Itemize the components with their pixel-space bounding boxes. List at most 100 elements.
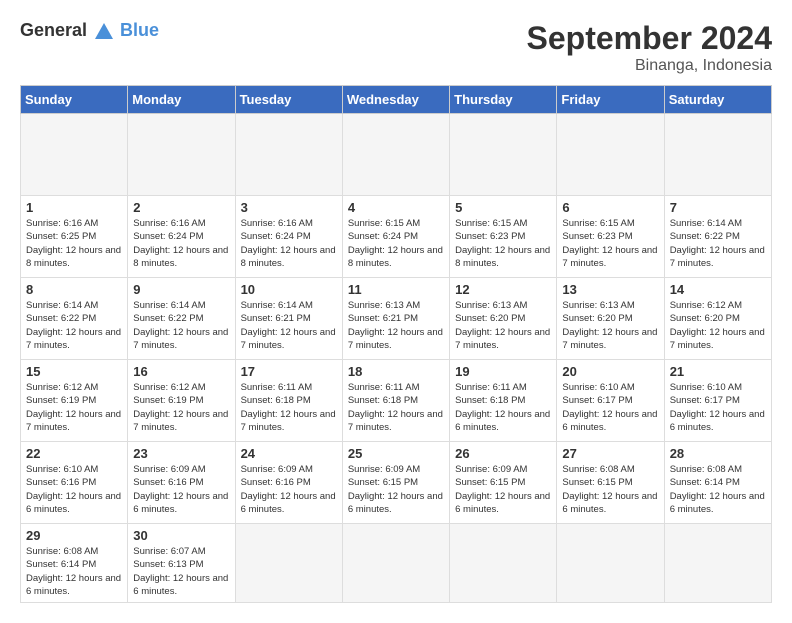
week-row-1: 1 Sunrise: 6:16 AMSunset: 6:25 PMDaylight… (21, 196, 772, 278)
day-number: 14 (670, 282, 766, 297)
calendar-cell: 5 Sunrise: 6:15 AMSunset: 6:23 PMDaylight… (450, 196, 557, 278)
week-row-4: 22 Sunrise: 6:10 AMSunset: 6:16 PMDayligh… (21, 442, 772, 524)
day-info: Sunrise: 6:12 AMSunset: 6:19 PMDaylight:… (133, 381, 229, 434)
calendar-cell: 13Sunrise: 6:13 AMSunset: 6:20 PMDayligh… (557, 278, 664, 360)
day-info: Sunrise: 6:10 AMSunset: 6:16 PMDaylight:… (26, 463, 122, 516)
day-number: 4 (348, 200, 444, 215)
day-info: Sunrise: 6:16 AMSunset: 6:24 PMDaylight:… (133, 217, 229, 270)
day-info: Sunrise: 6:12 AMSunset: 6:19 PMDaylight:… (26, 381, 122, 434)
calendar-cell (557, 114, 664, 196)
logo: General Blue (20, 20, 159, 43)
calendar-cell: 12Sunrise: 6:13 AMSunset: 6:20 PMDayligh… (450, 278, 557, 360)
day-number: 30 (133, 528, 229, 543)
logo-blue: Blue (120, 20, 159, 40)
day-number: 28 (670, 446, 766, 461)
col-header-saturday: Saturday (664, 86, 771, 114)
calendar-cell (557, 524, 664, 603)
calendar-cell: 16Sunrise: 6:12 AMSunset: 6:19 PMDayligh… (128, 360, 235, 442)
calendar-cell: 22 Sunrise: 6:10 AMSunset: 6:16 PMDayligh… (21, 442, 128, 524)
col-header-thursday: Thursday (450, 86, 557, 114)
day-info: Sunrise: 6:16 AMSunset: 6:25 PMDaylight:… (26, 217, 122, 270)
day-number: 3 (241, 200, 337, 215)
calendar-cell (342, 114, 449, 196)
day-number: 22 (26, 446, 122, 461)
day-number: 23 (133, 446, 229, 461)
day-number: 25 (348, 446, 444, 461)
col-header-friday: Friday (557, 86, 664, 114)
day-number: 26 (455, 446, 551, 461)
week-row-5: 29 Sunrise: 6:08 AMSunset: 6:14 PMDayligh… (21, 524, 772, 603)
day-info: Sunrise: 6:08 AMSunset: 6:15 PMDaylight:… (562, 463, 658, 516)
calendar-cell: 8 Sunrise: 6:14 AMSunset: 6:22 PMDaylight… (21, 278, 128, 360)
col-header-monday: Monday (128, 86, 235, 114)
logo-general: General (20, 20, 87, 40)
title-block: September 2024 Binanga, Indonesia (527, 20, 772, 75)
day-info: Sunrise: 6:08 AMSunset: 6:14 PMDaylight:… (26, 545, 122, 598)
calendar-cell: 10 Sunrise: 6:14 AMSunset: 6:21 PMDayligh… (235, 278, 342, 360)
day-number: 24 (241, 446, 337, 461)
calendar-cell: 28 Sunrise: 6:08 AMSunset: 6:14 PMDayligh… (664, 442, 771, 524)
day-number: 17 (241, 364, 337, 379)
day-info: Sunrise: 6:10 AMSunset: 6:17 PMDaylight:… (562, 381, 658, 434)
page-header: General Blue September 2024 Binanga, Ind… (20, 20, 772, 75)
day-info: Sunrise: 6:15 AMSunset: 6:23 PMDaylight:… (455, 217, 551, 270)
month-title: September 2024 (527, 20, 772, 57)
day-info: Sunrise: 6:11 AMSunset: 6:18 PMDaylight:… (348, 381, 444, 434)
day-info: Sunrise: 6:11 AMSunset: 6:18 PMDaylight:… (455, 381, 551, 434)
day-number: 10 (241, 282, 337, 297)
day-info: Sunrise: 6:11 AMSunset: 6:18 PMDaylight:… (241, 381, 337, 434)
calendar-cell: 11Sunrise: 6:13 AMSunset: 6:21 PMDayligh… (342, 278, 449, 360)
day-info: Sunrise: 6:14 AMSunset: 6:22 PMDaylight:… (670, 217, 766, 270)
calendar-cell: 4 Sunrise: 6:15 AMSunset: 6:24 PMDaylight… (342, 196, 449, 278)
calendar-cell (235, 524, 342, 603)
day-number: 29 (26, 528, 122, 543)
calendar-cell: 27Sunrise: 6:08 AMSunset: 6:15 PMDayligh… (557, 442, 664, 524)
calendar-cell: 6Sunrise: 6:15 AMSunset: 6:23 PMDaylight… (557, 196, 664, 278)
calendar-cell: 24 Sunrise: 6:09 AMSunset: 6:16 PMDayligh… (235, 442, 342, 524)
day-number: 1 (26, 200, 122, 215)
week-row-0 (21, 114, 772, 196)
day-info: Sunrise: 6:14 AMSunset: 6:21 PMDaylight:… (241, 299, 337, 352)
day-info: Sunrise: 6:14 AMSunset: 6:22 PMDaylight:… (133, 299, 229, 352)
day-info: Sunrise: 6:08 AMSunset: 6:14 PMDaylight:… (670, 463, 766, 516)
day-info: Sunrise: 6:13 AMSunset: 6:20 PMDaylight:… (562, 299, 658, 352)
calendar-cell (664, 524, 771, 603)
day-number: 8 (26, 282, 122, 297)
calendar-cell (342, 524, 449, 603)
calendar-cell: 7 Sunrise: 6:14 AMSunset: 6:22 PMDaylight… (664, 196, 771, 278)
day-info: Sunrise: 6:09 AMSunset: 6:16 PMDaylight:… (133, 463, 229, 516)
day-info: Sunrise: 6:14 AMSunset: 6:22 PMDaylight:… (26, 299, 122, 352)
day-info: Sunrise: 6:16 AMSunset: 6:24 PMDaylight:… (241, 217, 337, 270)
calendar-cell: 30Sunrise: 6:07 AMSunset: 6:13 PMDayligh… (128, 524, 235, 603)
calendar-cell: 19Sunrise: 6:11 AMSunset: 6:18 PMDayligh… (450, 360, 557, 442)
calendar-cell: 9 Sunrise: 6:14 AMSunset: 6:22 PMDaylight… (128, 278, 235, 360)
calendar-cell: 17 Sunrise: 6:11 AMSunset: 6:18 PMDayligh… (235, 360, 342, 442)
calendar-cell: 21 Sunrise: 6:10 AMSunset: 6:17 PMDayligh… (664, 360, 771, 442)
calendar-cell: 20 Sunrise: 6:10 AMSunset: 6:17 PMDayligh… (557, 360, 664, 442)
calendar-cell: 26 Sunrise: 6:09 AMSunset: 6:15 PMDayligh… (450, 442, 557, 524)
calendar-cell: 2 Sunrise: 6:16 AMSunset: 6:24 PMDaylight… (128, 196, 235, 278)
calendar-table: SundayMondayTuesdayWednesdayThursdayFrid… (20, 85, 772, 603)
calendar-cell (664, 114, 771, 196)
calendar-cell (128, 114, 235, 196)
calendar-cell: 1 Sunrise: 6:16 AMSunset: 6:25 PMDaylight… (21, 196, 128, 278)
day-number: 2 (133, 200, 229, 215)
day-info: Sunrise: 6:10 AMSunset: 6:17 PMDaylight:… (670, 381, 766, 434)
calendar-cell: 25Sunrise: 6:09 AMSunset: 6:15 PMDayligh… (342, 442, 449, 524)
day-number: 21 (670, 364, 766, 379)
day-info: Sunrise: 6:15 AMSunset: 6:24 PMDaylight:… (348, 217, 444, 270)
day-info: Sunrise: 6:09 AMSunset: 6:15 PMDaylight:… (455, 463, 551, 516)
header-row: SundayMondayTuesdayWednesdayThursdayFrid… (21, 86, 772, 114)
day-number: 9 (133, 282, 229, 297)
calendar-cell (235, 114, 342, 196)
day-number: 12 (455, 282, 551, 297)
week-row-2: 8 Sunrise: 6:14 AMSunset: 6:22 PMDaylight… (21, 278, 772, 360)
day-info: Sunrise: 6:09 AMSunset: 6:16 PMDaylight:… (241, 463, 337, 516)
day-number: 7 (670, 200, 766, 215)
calendar-cell: 3 Sunrise: 6:16 AMSunset: 6:24 PMDaylight… (235, 196, 342, 278)
day-number: 5 (455, 200, 551, 215)
logo-text: General Blue (20, 20, 159, 43)
calendar-cell (450, 524, 557, 603)
day-number: 20 (562, 364, 658, 379)
calendar-cell: 15Sunrise: 6:12 AMSunset: 6:19 PMDayligh… (21, 360, 128, 442)
